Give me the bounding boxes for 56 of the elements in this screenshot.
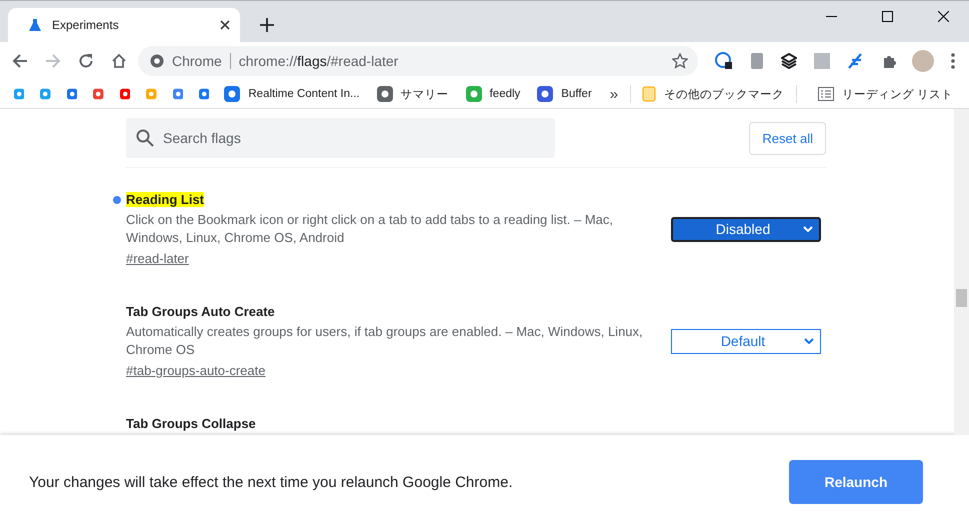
browser-tab[interactable]: Experiments xyxy=(8,8,240,42)
site-label: Chrome xyxy=(172,53,222,69)
app-icon xyxy=(376,86,393,102)
list-icon xyxy=(818,87,834,101)
flag-link[interactable]: #read-later xyxy=(126,251,189,266)
search-field[interactable]: Search flags xyxy=(126,118,555,158)
app-icon xyxy=(224,86,240,102)
bookmark[interactable]: Buffer xyxy=(530,82,602,106)
chevron-down-icon xyxy=(804,338,814,344)
tab-title: Experiments xyxy=(52,18,120,32)
bookmark-icon[interactable] xyxy=(93,86,104,102)
relaunch-button[interactable]: Relaunch xyxy=(789,460,923,504)
relaunch-message: Your changes will take effect the next time you relaunch Google Chrome. xyxy=(29,474,514,490)
bookmark-icon[interactable] xyxy=(198,86,210,102)
plus-icon[interactable] xyxy=(260,18,274,32)
puzzle-icon[interactable] xyxy=(882,53,898,69)
folder-icon xyxy=(642,86,656,102)
flag-description: Click on the Bookmark icon or right click on a tab to add tabs to a reading list. – Mac, Windows, Linux, Chrome OS, Android xyxy=(126,211,614,247)
bookmark[interactable]: リーディング リスト xyxy=(810,82,963,106)
close-icon[interactable] xyxy=(220,20,230,30)
flask-icon xyxy=(28,18,42,32)
flag-name: Tab Groups Auto Create xyxy=(126,304,275,319)
flag-name: Reading List xyxy=(126,192,204,207)
bookmark-icon[interactable] xyxy=(14,86,24,102)
menu-icon[interactable] xyxy=(951,53,955,69)
reset-all-button[interactable]: Reset all xyxy=(749,122,826,154)
maximize-icon[interactable] xyxy=(882,11,893,22)
bookmark[interactable]: Realtime Content In... xyxy=(217,82,370,106)
more-bookmarks-button[interactable]: » xyxy=(602,86,626,102)
bookmark-icon[interactable] xyxy=(172,86,183,102)
bookmark-icon[interactable] xyxy=(120,86,130,102)
flag-name: Tab Groups Collapse xyxy=(126,416,256,431)
url-text: chrome://flags/#read-later xyxy=(238,53,398,69)
app-icon xyxy=(466,86,482,102)
chrome-logo-icon xyxy=(150,54,164,68)
back-arrow-icon[interactable] xyxy=(12,53,28,69)
search-icon xyxy=(136,129,154,147)
address-bar[interactable]: Chrome chrome://flags/#read-later xyxy=(138,46,698,76)
bookmark-icon[interactable] xyxy=(66,86,78,102)
bookmark-icon[interactable] xyxy=(40,86,51,102)
close-icon[interactable] xyxy=(938,11,949,22)
flag-link[interactable]: #tab-groups-auto-create xyxy=(126,363,266,378)
layers-icon[interactable] xyxy=(781,53,797,69)
flag-dropdown[interactable]: Disabled xyxy=(671,216,821,242)
star-icon[interactable] xyxy=(672,53,688,69)
chevron-down-icon xyxy=(803,226,813,232)
app-icon xyxy=(537,86,554,102)
flag-description: Automatically creates groups for users, if tab groups are enabled. – Mac, Windows, Linux, Chrome OS xyxy=(126,323,644,359)
reload-icon[interactable] xyxy=(78,53,94,69)
home-icon[interactable] xyxy=(111,53,127,69)
bookmark[interactable]: feedly xyxy=(458,82,530,106)
bookmark[interactable]: サマリー xyxy=(370,82,459,106)
scrollbar[interactable] xyxy=(954,109,969,435)
flag-dropdown[interactable]: Default xyxy=(671,328,821,354)
scrollbar-thumb[interactable] xyxy=(956,289,967,307)
bookmark[interactable]: その他のブックマーク xyxy=(634,82,811,106)
